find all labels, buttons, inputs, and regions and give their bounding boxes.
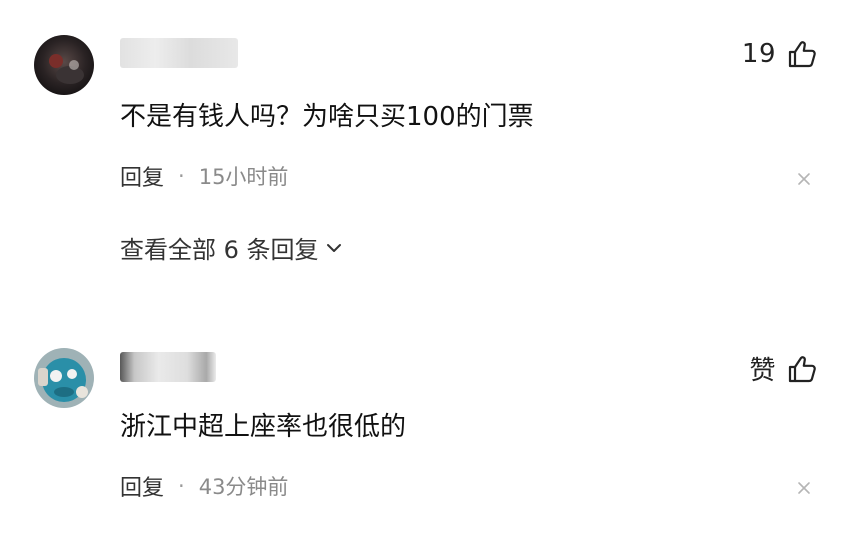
view-replies-label: 查看全部 6 条回复 <box>120 236 319 264</box>
timestamp: 43分钟前 <box>198 475 289 499</box>
comment-item: 19 不是有钱人吗？为啥只买100的门票 回复 · 15小时前 查看全部 6 条… <box>0 0 858 290</box>
avatar[interactable] <box>34 348 94 408</box>
view-all-replies-button[interactable]: 查看全部 6 条回复 <box>120 230 343 265</box>
username-blurred <box>120 38 238 68</box>
comment-item: 赞 浙江中超上座率也很低的 回复 · 43分钟前 <box>0 300 858 536</box>
comment-meta: 回复 · 43分钟前 <box>120 470 288 502</box>
like-button[interactable]: 赞 <box>749 350 818 387</box>
like-button[interactable]: 19 <box>742 38 818 70</box>
thumbs-up-icon[interactable] <box>786 38 818 70</box>
like-label: 赞 <box>749 356 776 386</box>
separator-dot: · <box>178 164 185 188</box>
reply-button[interactable]: 回复 <box>120 470 164 502</box>
thumbs-up-icon[interactable] <box>786 353 818 385</box>
like-count: 19 <box>741 39 776 69</box>
comment-meta: 回复 · 15小时前 <box>120 160 288 192</box>
separator-dot: · <box>178 474 185 498</box>
chevron-down-icon <box>326 243 341 252</box>
close-icon[interactable] <box>796 171 812 187</box>
close-icon[interactable] <box>796 480 812 496</box>
comment-text: 浙江中超上座率也很低的 <box>120 412 407 442</box>
timestamp: 15小时前 <box>198 165 289 189</box>
avatar[interactable] <box>34 35 94 95</box>
comment-text: 不是有钱人吗？为啥只买100的门票 <box>120 102 534 132</box>
username-blurred <box>120 352 216 382</box>
reply-button[interactable]: 回复 <box>120 160 164 192</box>
